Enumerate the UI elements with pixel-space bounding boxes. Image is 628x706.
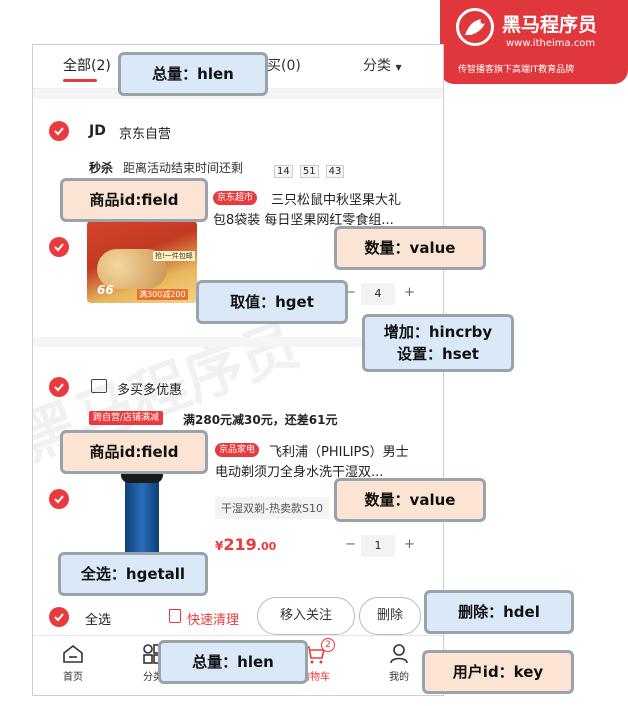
promo-tag: 跨自营/店铺满减 <box>89 411 164 425</box>
tab-all[interactable]: 全部(2) <box>63 55 111 75</box>
flash-timer: 14 51 43 <box>273 159 345 178</box>
store-name-1[interactable]: 京东自营 <box>119 123 171 142</box>
item-checkbox-2[interactable] <box>49 489 69 509</box>
product-tag-2: 京品家电 <box>215 443 260 457</box>
callout-total-top: 总量：hlen <box>118 52 268 96</box>
brand-name: 黑马程序员 <box>502 14 598 36</box>
callout-select-all: 全选：hgetall <box>58 552 208 596</box>
caret-down-icon: ▼ <box>395 63 402 72</box>
brand-url: www.itheima.com <box>506 38 596 49</box>
callout-quantity-1: 数量：value <box>334 226 486 270</box>
select-all-label[interactable]: 全选 <box>85 609 111 628</box>
gift-icon <box>91 379 107 393</box>
move-to-follow-button[interactable]: 移入关注 <box>257 597 355 635</box>
callout-incr-set: 增加：hincrby 设置：hset <box>362 314 514 372</box>
callout-product-id-2: 商品id:field <box>60 430 208 474</box>
callout-total-bottom: 总量：hlen <box>158 640 308 684</box>
qty-input-2[interactable]: 1 <box>361 535 395 557</box>
brand-slogan: 传智播客旗下高端IT教育品牌 <box>458 65 575 75</box>
timer-seconds: 43 <box>325 165 345 178</box>
qty-plus-1[interactable]: + <box>404 285 415 300</box>
qty-minus-2[interactable]: − <box>345 537 356 552</box>
nav-mine-label: 我的 <box>389 672 409 683</box>
nav-home[interactable]: 首页 <box>43 642 103 683</box>
callout-user-id: 用户id：key <box>422 650 574 694</box>
price-2: ¥219.00 <box>215 535 276 554</box>
tab-category-label: 分类 <box>363 58 391 74</box>
item-checkbox-1[interactable] <box>49 237 69 257</box>
brand-logo: 黑马程序员 www.itheima.com 传智播客旗下高端IT教育品牌 <box>440 0 628 84</box>
horse-logo-icon <box>456 8 494 46</box>
flash-label: 秒杀 <box>89 161 114 175</box>
product-title-1a[interactable]: 三只松鼠中秋坚果大礼 <box>271 189 401 208</box>
product-tag-1: 京东超市 <box>213 191 258 205</box>
callout-incr-line1: 增加：hincrby <box>383 323 493 341</box>
store-name-2[interactable]: 多买多优惠 <box>117 379 182 398</box>
flash-text: 距离活动结束时间还剩 <box>123 161 244 175</box>
tab-underline <box>63 79 97 82</box>
tab-category[interactable]: 分类 ▼ <box>363 55 402 75</box>
quick-clean-button[interactable]: 快速清理 <box>187 609 239 628</box>
img-promo-price: 66 <box>97 283 114 297</box>
nav-mine[interactable]: 我的 <box>369 642 429 683</box>
img-promo-discount: 满300减200 <box>137 289 188 300</box>
product-image-1[interactable]: 抢!一件包邮 66 满300减200 <box>87 221 197 303</box>
callout-incr-line2: 设置：hset <box>397 345 479 363</box>
timer-minutes: 51 <box>299 165 319 178</box>
img-promo-badge: 抢!一件包邮 <box>153 251 195 261</box>
user-icon <box>390 644 408 664</box>
select-all-checkbox[interactable] <box>49 607 69 627</box>
callout-delete: 删除：hdel <box>424 590 574 634</box>
qty-input-1[interactable]: 4 <box>361 283 395 305</box>
price-decimal: .00 <box>256 540 277 553</box>
timer-hours: 14 <box>274 165 293 178</box>
qty-plus-2[interactable]: + <box>404 537 415 552</box>
callout-product-id-1: 商品id:field <box>60 178 208 222</box>
delete-button[interactable]: 删除 <box>359 597 421 635</box>
callout-get-value: 取值：hget <box>196 280 348 324</box>
trash-icon <box>169 609 181 623</box>
store-checkbox-1[interactable] <box>49 121 69 141</box>
nav-home-label: 首页 <box>63 672 83 683</box>
jd-logo-icon: JD <box>89 123 106 139</box>
product-spec-2[interactable]: 干湿双剃-热卖款S10 <box>215 497 329 519</box>
store-checkbox-2[interactable] <box>49 377 69 397</box>
home-icon <box>63 644 83 663</box>
price-integer: 219 <box>223 535 257 554</box>
product-title-2a[interactable]: 飞利浦（PHILIPS）男士 <box>269 441 409 460</box>
callout-quantity-2: 数量：value <box>334 478 486 522</box>
promo-text: 满280元减30元，还差61元 <box>183 413 338 427</box>
cart-badge: 2 <box>321 638 335 652</box>
